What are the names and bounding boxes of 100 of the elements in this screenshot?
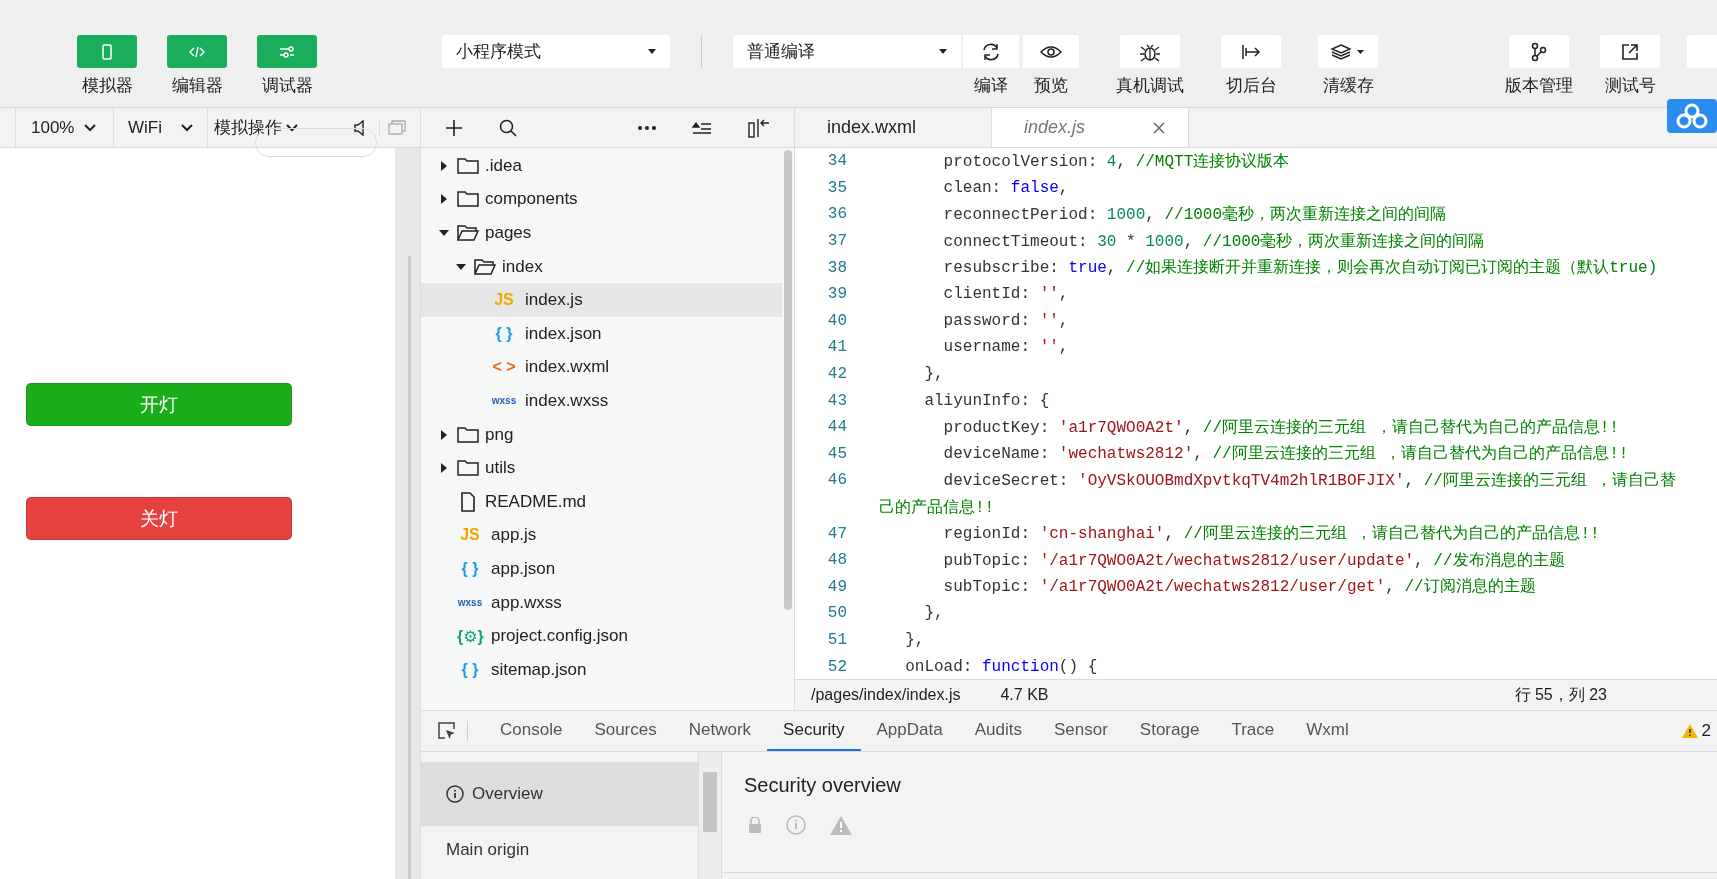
devtools-tab[interactable]: Console [484, 711, 579, 751]
cloud-icon[interactable] [1667, 99, 1717, 133]
network-dropdown[interactable]: WiFi [113, 108, 207, 147]
devtools-tab[interactable]: Trace [1215, 711, 1291, 751]
line-number: 52 [826, 657, 847, 676]
action-label: 预览 [1034, 75, 1068, 97]
sidebar-toggle-icon[interactable] [748, 117, 770, 138]
file-tree-item[interactable]: pages [421, 216, 782, 250]
file-tree-item[interactable]: components [421, 182, 782, 217]
file-tree-item[interactable]: < > index.wxml [421, 350, 782, 385]
devtools-tab[interactable]: Network [672, 711, 768, 751]
code-line: }, [923, 604, 944, 623]
file-tree-item[interactable]: png [421, 417, 782, 452]
toolbar-button[interactable] [1023, 35, 1079, 68]
search-icon[interactable] [499, 118, 517, 137]
compile-dropdown[interactable]: 普通编译 [733, 35, 961, 68]
file-tree-item[interactable]: { } index.json [421, 316, 782, 351]
warning-count: 2 [1701, 721, 1711, 741]
file-type-icon: {⚙} [457, 626, 483, 646]
action-label: 清缓存 [1322, 75, 1374, 97]
file-name: app.js [491, 525, 537, 546]
toolbar-button[interactable] [1318, 35, 1378, 68]
file-tree-item[interactable]: README.md [421, 484, 782, 519]
code-line: subTopic: '/a1r7QWO0A2t/wechatws2812/user/get', //订阅消息的主题 [942, 576, 1536, 598]
file-tree-item[interactable]: JS app.js [421, 518, 782, 553]
devtools-tab[interactable]: Sources [578, 711, 673, 751]
code-line: onLoad: function() { [904, 657, 1098, 676]
more-icon[interactable] [638, 125, 656, 130]
open-folder-icon [474, 257, 496, 276]
file-tree-item[interactable]: { } sitemap.json [421, 652, 782, 687]
close-icon[interactable] [1152, 120, 1166, 135]
file-name: index [502, 256, 543, 277]
file-name: README.md [485, 491, 587, 512]
inspect-icon[interactable] [437, 721, 457, 741]
line-number: 35 [826, 178, 847, 197]
file-type-icon: { } [457, 559, 483, 578]
view-toggle-button[interactable] [257, 35, 317, 68]
mode-dropdown[interactable]: 小程序模式 [442, 35, 670, 68]
add-icon[interactable] [445, 118, 463, 137]
warning-icon[interactable] [1681, 724, 1698, 738]
line-number: 41 [826, 338, 847, 357]
devtools-tab[interactable]: Security [767, 711, 861, 751]
editor-tab[interactable]: index.js [992, 108, 1189, 147]
file-tree-item[interactable]: JS index.js [421, 283, 782, 317]
file-name: components [485, 189, 578, 210]
file-tree-item[interactable]: .idea [421, 149, 782, 183]
action-label: 切后台 [1225, 75, 1277, 97]
file-type-icon: JS [491, 291, 517, 310]
app-button[interactable]: 关灯 [26, 497, 292, 540]
layers-icon [1330, 41, 1366, 62]
devtools-tab[interactable]: Wxml [1290, 711, 1365, 751]
line-number: 45 [826, 444, 847, 463]
file-tree-item[interactable]: index [421, 249, 782, 284]
collapse-list-icon[interactable] [692, 120, 712, 135]
line-number: 42 [826, 365, 847, 384]
sliders-icon [278, 43, 296, 60]
security-sidebar-item[interactable]: Overview [421, 762, 698, 826]
line-number: 48 [826, 551, 847, 570]
code-line: deviceSecret: 'OyVSkOUOBmdXpvtkqTV4m2hlR1BOFJIX', //阿里云连接的三元组 ，请自己替 [942, 470, 1677, 491]
code-line: deviceName: 'wechatws2812', //阿里云连接的三元组 ，请自己替代为自己的产品信息!! [942, 443, 1629, 465]
toolbar-button[interactable] [1509, 35, 1569, 68]
view-label: 调试器 [261, 75, 313, 97]
file-tree-item[interactable]: utils [421, 451, 782, 485]
panel-title: Security overview [744, 774, 902, 797]
file-tree-item[interactable]: wxss app.wxss [421, 585, 782, 620]
security-sidebar-item[interactable]: Main origin [421, 840, 698, 860]
toolbar-button[interactable] [1600, 35, 1660, 68]
file-tree-item[interactable]: { } app.json [421, 552, 782, 586]
code-line: reconnectPeriod: 1000, //1000毫秒，两次重新连接之间的间隔 [942, 204, 1447, 225]
file-name: index.wxss [525, 390, 609, 411]
devtools-tab[interactable]: Audits [958, 711, 1038, 751]
view-toggle-button[interactable] [77, 35, 137, 68]
code-line: clean: false, [942, 178, 1069, 197]
code-line: clientId: '', [942, 285, 1069, 304]
line-number: 36 [826, 205, 847, 224]
scrollbar-thumb[interactable] [784, 150, 792, 610]
devtools-tab[interactable]: AppData [860, 711, 959, 751]
scrollbar-thumb[interactable] [703, 772, 717, 832]
caret-right-icon [439, 429, 449, 440]
toolbar-button[interactable] [963, 35, 1019, 68]
file-name: project.config.json [491, 626, 629, 647]
view-label: 模拟器 [81, 75, 133, 97]
code-line: aliyunInfo: { [923, 391, 1050, 410]
code-line: 己的产品信息!! [879, 497, 995, 518]
view-toggle-button[interactable] [167, 35, 227, 68]
toolbar-button[interactable] [1221, 35, 1281, 68]
operation-dropdown[interactable]: 模拟操作 [207, 108, 335, 147]
speaker-icon[interactable] [353, 119, 367, 136]
devtools-tab[interactable]: Sensor [1037, 711, 1124, 751]
file-name: app.json [491, 558, 556, 579]
devtools-tab[interactable]: Storage [1123, 711, 1216, 751]
open-folder-icon [457, 224, 479, 242]
toolbar-button[interactable] [1120, 35, 1180, 68]
branch-icon [1529, 41, 1549, 62]
zoom-dropdown[interactable]: 100% [15, 108, 113, 147]
folder-icon [457, 190, 479, 209]
caret-right-icon [439, 463, 449, 474]
file-tree-item[interactable]: {⚙} project.config.json [421, 619, 782, 653]
file-tree-item[interactable]: wxss index.wxss [421, 384, 782, 418]
file-type-icon: { } [491, 324, 517, 343]
